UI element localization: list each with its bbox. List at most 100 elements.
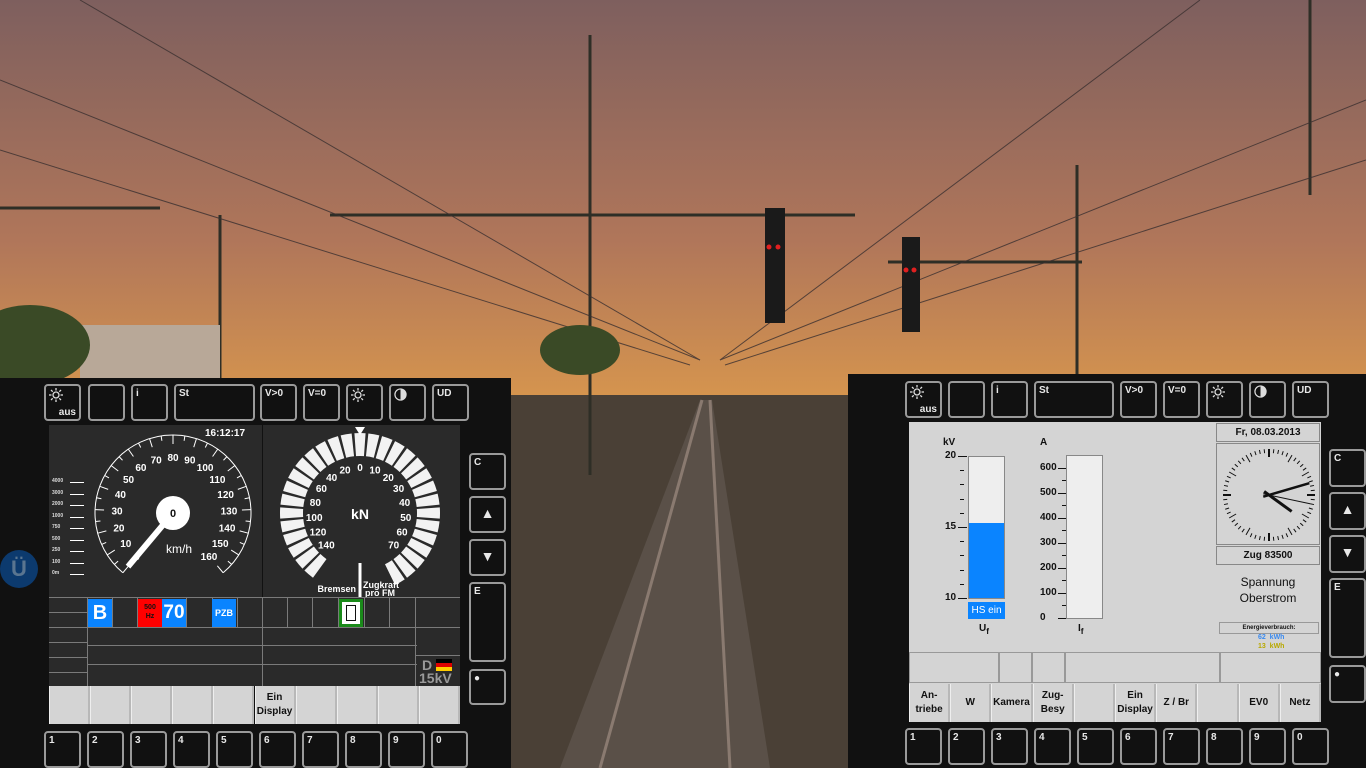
speed-tick xyxy=(104,475,110,479)
softkey-4[interactable] xyxy=(172,686,214,724)
top-button-9[interactable]: UD xyxy=(432,384,469,421)
number-button-1[interactable]: 1 xyxy=(905,728,942,765)
speed-tick xyxy=(138,442,142,448)
date-display: Fr, 08.03.2013 xyxy=(1216,423,1320,442)
top-button-9[interactable]: UD xyxy=(1292,381,1329,418)
number-button-8[interactable]: 8 xyxy=(1206,728,1243,765)
grid-line xyxy=(87,645,417,646)
grid-line xyxy=(49,657,87,658)
number-button-7[interactable]: 7 xyxy=(1163,728,1200,765)
current-tick xyxy=(1058,467,1066,469)
top-button-8[interactable] xyxy=(1249,381,1286,418)
mode-line-2: Oberstrom xyxy=(1239,591,1297,605)
side-button-dot[interactable]: ● xyxy=(1329,665,1366,703)
top-button-1[interactable]: aus xyxy=(905,381,942,418)
current-tick xyxy=(1058,567,1066,569)
side-button-c[interactable]: C xyxy=(469,453,506,490)
top-button-4[interactable]: St xyxy=(174,384,255,421)
softkey-8[interactable] xyxy=(336,686,378,724)
softkey-9[interactable]: EV0 xyxy=(1238,684,1280,722)
clock-tick xyxy=(1254,451,1257,456)
mode-b-indicator: B xyxy=(88,599,112,627)
clock-tick xyxy=(1299,463,1304,468)
top-button-5[interactable]: V>0 xyxy=(260,384,297,421)
side-button-dot[interactable]: ● xyxy=(469,669,506,705)
force-tick-label: 120 xyxy=(310,528,327,539)
force-tick-label: 0 xyxy=(357,463,363,474)
top-button-3[interactable]: i xyxy=(991,381,1028,418)
voltage-caption: Uf xyxy=(979,623,989,636)
grid-line xyxy=(415,655,460,656)
grid-line xyxy=(87,664,417,665)
u-badge[interactable]: Ü xyxy=(0,550,38,588)
softkey-6[interactable]: Ein Display xyxy=(254,686,296,724)
speed-tick-label: 50 xyxy=(123,475,135,486)
current-tick-label: 500 xyxy=(1040,486,1057,498)
softkey-3[interactable] xyxy=(131,686,173,724)
softkey-7[interactable] xyxy=(295,686,337,724)
softkey-10[interactable] xyxy=(418,686,460,724)
side-button-down[interactable]: ▼ xyxy=(469,539,506,576)
clock-tick xyxy=(1226,475,1231,479)
clock-tick xyxy=(1293,457,1297,462)
voltage-tick xyxy=(960,484,964,486)
softkey-1[interactable]: An- triebe xyxy=(909,684,951,722)
speed-tick-label: 130 xyxy=(221,507,238,518)
number-button-1[interactable]: 1 xyxy=(44,731,81,768)
number-button-8[interactable]: 8 xyxy=(345,731,382,768)
number-button-5[interactable]: 5 xyxy=(1077,728,1114,765)
speed-tick-label: 40 xyxy=(115,490,127,501)
number-button-0[interactable]: 0 xyxy=(1292,728,1329,765)
top-button-8[interactable] xyxy=(389,384,426,421)
top-button-6[interactable]: V=0 xyxy=(1163,381,1200,418)
clock-tick xyxy=(1228,471,1237,477)
side-button-e[interactable]: E xyxy=(469,582,506,662)
number-button-5[interactable]: 5 xyxy=(216,731,253,768)
side-button-up[interactable]: ▲ xyxy=(469,496,506,533)
clock-tick xyxy=(1296,460,1301,465)
number-button-2[interactable]: 2 xyxy=(87,731,124,768)
grid-line xyxy=(49,642,87,643)
number-button-9[interactable]: 9 xyxy=(388,731,425,768)
softkey-6[interactable]: Ein Display xyxy=(1115,684,1157,722)
top-button-sub: aus xyxy=(919,404,937,415)
side-button-up[interactable]: ▲ xyxy=(1329,492,1366,530)
number-button-4[interactable]: 4 xyxy=(173,731,210,768)
side-button-c[interactable]: C xyxy=(1329,449,1366,487)
number-button-6[interactable]: 6 xyxy=(1120,728,1157,765)
top-button-5[interactable]: V>0 xyxy=(1120,381,1157,418)
side-button-e[interactable]: E xyxy=(1329,578,1366,658)
number-button-3[interactable]: 3 xyxy=(991,728,1028,765)
softkey-3[interactable]: Kamera xyxy=(991,684,1033,722)
top-button-1[interactable]: aus xyxy=(44,384,81,421)
clock-tick xyxy=(1285,452,1289,457)
top-button-6[interactable]: V=0 xyxy=(303,384,340,421)
top-button-2[interactable] xyxy=(948,381,985,418)
softkey-5[interactable] xyxy=(1073,684,1115,722)
softkey-2[interactable] xyxy=(90,686,132,724)
top-button-4[interactable]: St xyxy=(1034,381,1114,418)
top-button-2[interactable] xyxy=(88,384,125,421)
softkey-10[interactable]: Netz xyxy=(1279,684,1321,722)
top-button-7[interactable] xyxy=(346,384,383,421)
softkey-4[interactable]: Zug- Besy xyxy=(1032,684,1074,722)
grid-line xyxy=(262,597,263,686)
softkey-9[interactable] xyxy=(377,686,419,724)
speed-tick-label: 30 xyxy=(111,507,123,518)
number-button-3[interactable]: 3 xyxy=(130,731,167,768)
number-button-7[interactable]: 7 xyxy=(302,731,339,768)
softkey-5[interactable] xyxy=(213,686,255,724)
number-button-6[interactable]: 6 xyxy=(259,731,296,768)
softkey-8[interactable] xyxy=(1197,684,1239,722)
number-button-4[interactable]: 4 xyxy=(1034,728,1071,765)
force-needle xyxy=(358,563,362,597)
softkey-7[interactable]: Z / Br xyxy=(1156,684,1198,722)
top-button-7[interactable] xyxy=(1206,381,1243,418)
number-button-9[interactable]: 9 xyxy=(1249,728,1286,765)
top-button-3[interactable]: i xyxy=(131,384,168,421)
side-button-down[interactable]: ▼ xyxy=(1329,535,1366,573)
softkey-2[interactable]: W xyxy=(950,684,992,722)
number-button-2[interactable]: 2 xyxy=(948,728,985,765)
softkey-1[interactable] xyxy=(49,686,91,724)
number-button-0[interactable]: 0 xyxy=(431,731,468,768)
